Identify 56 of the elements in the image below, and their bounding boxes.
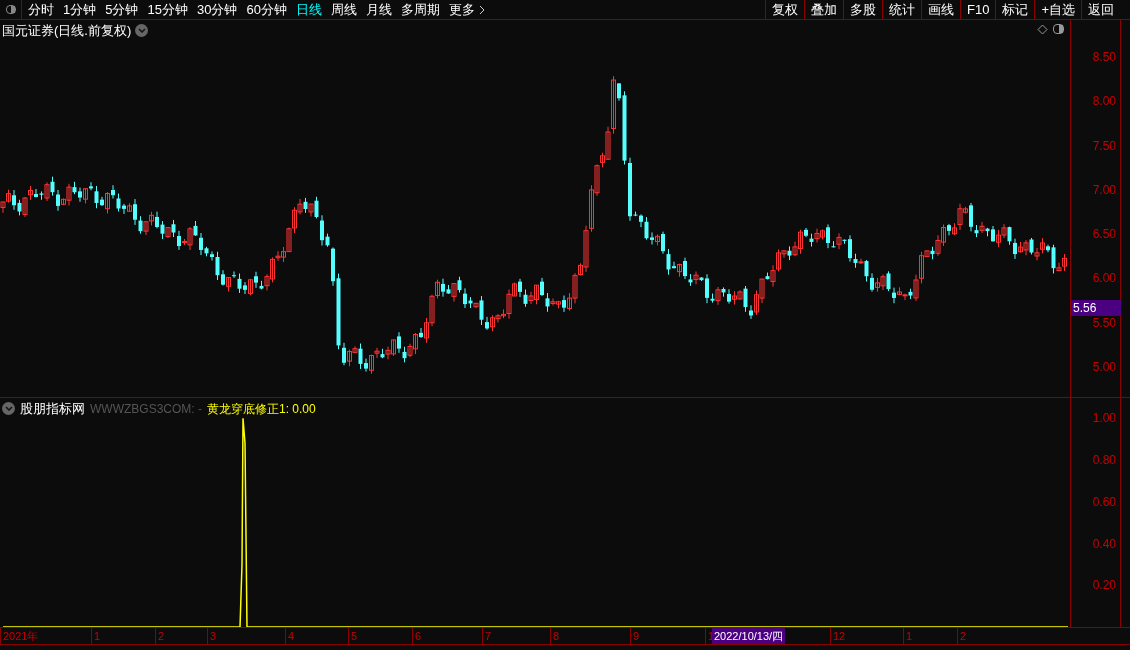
indicator-axis-label: 0.80 bbox=[1092, 454, 1116, 466]
chevron-down-icon[interactable] bbox=[135, 24, 149, 38]
price-axis-label: 6.00 bbox=[1092, 272, 1116, 285]
date-axis-label: 8 bbox=[550, 628, 560, 644]
date-axis-label: 5 bbox=[348, 628, 358, 644]
price-axis-label: 7.50 bbox=[1092, 139, 1116, 152]
date-axis-label: 4 bbox=[285, 628, 295, 644]
stock-title: 国元证券(日线.前复权) bbox=[2, 22, 132, 40]
current-price-label: 5.56 bbox=[1071, 300, 1121, 317]
indicator-axis-label: 0.60 bbox=[1092, 495, 1116, 508]
chevron-right-icon bbox=[478, 4, 485, 15]
panel-toggle-icon[interactable] bbox=[1053, 24, 1064, 34]
price-axis-label: 5.50 bbox=[1092, 316, 1116, 329]
period-tab[interactable]: 5分钟 bbox=[105, 0, 139, 20]
date-axis-label: 7 bbox=[482, 628, 492, 644]
toolbar-button[interactable]: 多股 bbox=[843, 0, 882, 19]
toolbar-button[interactable]: 复权 bbox=[765, 0, 804, 19]
toolbar-button[interactable]: 返回 bbox=[1081, 0, 1120, 19]
toolbar-button[interactable]: +自选 bbox=[1034, 0, 1081, 19]
date-axis-label: 2 bbox=[957, 628, 967, 644]
toolbar-button[interactable]: F10 bbox=[960, 0, 996, 19]
period-tab[interactable]: 周线 bbox=[330, 0, 357, 20]
indicator-axis-label: 0.20 bbox=[1092, 579, 1116, 592]
price-axis-label: 6.50 bbox=[1092, 228, 1116, 241]
period-tab[interactable]: 30分钟 bbox=[196, 0, 238, 20]
toolbar-button[interactable]: 统计 bbox=[882, 0, 921, 19]
indicator-reading: 黄龙穿底修正1: 0.00 bbox=[207, 400, 316, 418]
period-tab[interactable]: 日线 bbox=[295, 0, 322, 20]
toolbar-button[interactable]: 叠加 bbox=[804, 0, 843, 19]
chevron-down-icon[interactable] bbox=[2, 402, 15, 416]
period-tab[interactable]: 1分钟 bbox=[63, 0, 97, 20]
period-tab[interactable]: 多周期 bbox=[400, 0, 440, 20]
date-axis-label: 1 bbox=[91, 628, 101, 644]
period-tab[interactable]: 60分钟 bbox=[246, 0, 287, 20]
indicator-source: 股朋指标网 bbox=[20, 400, 85, 418]
indicator-axis-label: 1.00 bbox=[1092, 412, 1116, 425]
period-tab[interactable]: 15分钟 bbox=[147, 0, 188, 20]
price-axis-label: 5.00 bbox=[1092, 361, 1116, 373]
date-axis-label: 2021年 bbox=[0, 628, 39, 644]
date-axis-label: 1 bbox=[903, 628, 913, 644]
indicator-note: WWWZBGS3COM: - bbox=[90, 400, 202, 418]
indicator-axis-label: 0.40 bbox=[1092, 537, 1116, 550]
date-axis-label: 2 bbox=[155, 628, 165, 644]
period-tab[interactable]: 分时 bbox=[28, 0, 54, 20]
price-axis-label: 8.50 bbox=[1092, 50, 1116, 63]
date-axis-label: 12 bbox=[830, 628, 846, 644]
price-axis-label: 7.00 bbox=[1092, 183, 1116, 196]
date-axis-label: 3 bbox=[207, 628, 217, 644]
date-axis-label: 6 bbox=[412, 628, 422, 644]
toolbar-button[interactable]: 画线 bbox=[921, 0, 960, 19]
period-tab[interactable]: 月线 bbox=[365, 0, 392, 20]
period-tab[interactable]: 更多 bbox=[448, 0, 485, 20]
price-axis-label: 8.00 bbox=[1092, 95, 1116, 108]
toolbar-button[interactable]: 标记 bbox=[995, 0, 1035, 19]
diamond-icon[interactable] bbox=[1037, 24, 1048, 35]
date-axis-label: 9 bbox=[630, 628, 640, 644]
